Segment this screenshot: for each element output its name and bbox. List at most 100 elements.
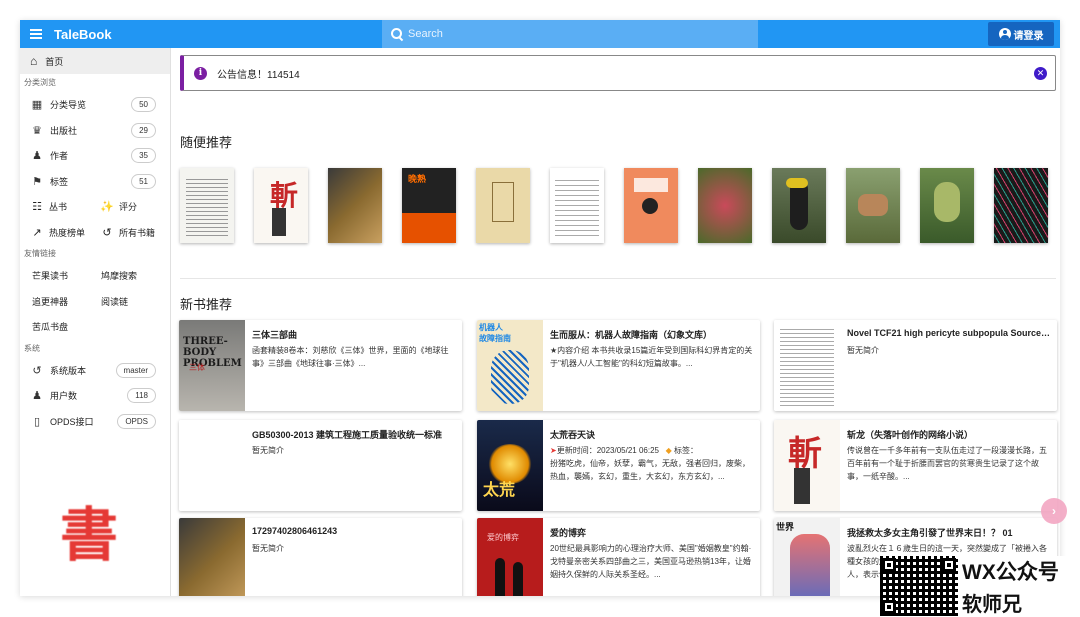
book-cover[interactable] bbox=[180, 168, 234, 243]
book-card[interactable]: THREE-BODY PROBLEM 三体 三体三部曲 函套精装8卷本：刘慈欣《三… bbox=[179, 320, 462, 411]
book-title: 斩龙（失落叶创作的网络小说） bbox=[847, 430, 974, 440]
wechat-watermark: WX公众号 软师兄 bbox=[880, 556, 1080, 616]
sidebar-item-rating[interactable]: ✨ 评分 bbox=[100, 200, 170, 213]
book-cover[interactable] bbox=[920, 168, 974, 243]
friend-link-row: 芒果读书 鸠摩搜索 bbox=[20, 263, 170, 289]
person-icon: ♟ bbox=[32, 150, 42, 163]
sidebar-item-label: 系统版本 bbox=[50, 365, 87, 376]
login-button[interactable]: 请登录 bbox=[988, 22, 1054, 46]
sidebar-home-label: 首页 bbox=[45, 56, 64, 67]
sidebar-item-hot[interactable]: ↗ 热度榜单 bbox=[30, 226, 100, 239]
main-content: i 公告信息！114514 ✕ 随便推荐 斬 晚熟 新书推荐 THREE-BOD… bbox=[172, 48, 1060, 596]
book-title: Novel TCF21 high pericyte subpopula Sour… bbox=[847, 328, 1052, 338]
users-chip: 118 bbox=[127, 388, 156, 404]
book-cover[interactable] bbox=[476, 168, 530, 243]
sidebar-item-version[interactable]: ↺ 系统版本 master bbox=[20, 358, 170, 384]
book-card[interactable]: Novel TCF21 high pericyte subpopula Sour… bbox=[774, 320, 1057, 411]
friend-link[interactable]: 鸠摩搜索 bbox=[101, 269, 170, 282]
sidebar-section-system: 系统 bbox=[24, 343, 40, 353]
book-cover[interactable]: 晚熟 bbox=[402, 168, 456, 243]
notice-text: 公告信息！114514 bbox=[217, 69, 300, 81]
book-cover[interactable] bbox=[994, 168, 1048, 243]
tag-label: 标签： bbox=[674, 446, 699, 455]
book-cover[interactable] bbox=[550, 168, 604, 243]
sidebar-item-opds[interactable]: ▯ OPDS接口 OPDS bbox=[20, 409, 170, 435]
section-title-new: 新书推荐 bbox=[180, 297, 233, 312]
book-title: GB50300-2013 建筑工程施工质量验收统一标准 bbox=[252, 430, 443, 440]
book-title: 我拯救太多女主角引發了世界末日！？ 01 bbox=[847, 528, 1013, 538]
tag-icon: ⚑ bbox=[32, 175, 42, 188]
hamburger-menu-icon[interactable] bbox=[24, 20, 48, 48]
history-icon: ↺ bbox=[32, 364, 42, 377]
book-description: 暂无简介 bbox=[252, 446, 284, 455]
sidebar-item-label: 标签 bbox=[50, 176, 69, 187]
count-chip: 51 bbox=[131, 173, 156, 189]
info-icon: i bbox=[194, 66, 207, 80]
publisher-icon: ♛ bbox=[32, 124, 42, 137]
book-description: 传说曾在一千多年前有一支队伍走过了一段漫漫长路，五百年前有一个耻于折腰而罢官的贫… bbox=[847, 446, 1047, 481]
sidebar-item-tags[interactable]: ⚑ 标签 51 bbox=[20, 169, 170, 195]
watermark-line2: 软师兄 bbox=[962, 594, 1022, 616]
book-title: 爱的博弈 bbox=[550, 528, 587, 538]
tag-list: 扮猪吃虎，仙帝，妖孽，霸气，无敌，强者回归，废柴，热血，襲嫣，玄幻，重生，大玄幻… bbox=[550, 459, 750, 481]
sidebar-row-series-rating: ☷ 丛书 ✨ 评分 bbox=[20, 194, 170, 220]
sidebar-item-label: 评分 bbox=[119, 202, 138, 213]
book-description: ★内容介绍 本书共收录15篇近年受到国际科幻界肯定的关于"机器人/人工智能"的科… bbox=[550, 346, 753, 368]
book-card[interactable]: 机器人 故障指南 生而服从：机器人故障指南（幻象文库） ★内容介绍 本书共收录15… bbox=[477, 320, 760, 411]
tag-icon: ◆ bbox=[665, 446, 672, 455]
search-box[interactable] bbox=[382, 20, 758, 48]
book-cover[interactable] bbox=[624, 168, 678, 243]
book-cover[interactable]: 斬 bbox=[254, 168, 308, 243]
friend-link[interactable]: 芒果读书 bbox=[32, 269, 101, 282]
book-cover bbox=[179, 420, 245, 511]
watermark-line1: WX公众号 bbox=[962, 561, 1059, 584]
home-icon: ⌂ bbox=[30, 54, 38, 68]
book-description: 函套精装8卷本：刘慈欣《三体》世界，里面的《地球往事》三部曲《地球往事·三体》.… bbox=[252, 346, 449, 368]
book-cover[interactable] bbox=[846, 168, 900, 243]
count-chip: 35 bbox=[131, 148, 156, 164]
qr-code-icon bbox=[880, 556, 958, 616]
sidebar-section-links: 友情链接 bbox=[24, 249, 56, 258]
history-icon: ↺ bbox=[102, 226, 112, 239]
book-cover[interactable] bbox=[698, 168, 752, 243]
book-cover[interactable] bbox=[328, 168, 382, 243]
book-description: ➤更新时间：2023/05/21 06:25 ◆ 标签： 扮猪吃虎，仙帝，妖孽，… bbox=[550, 444, 755, 483]
opds-chip: OPDS bbox=[117, 413, 156, 429]
sidebar-item-label: 丛书 bbox=[49, 202, 68, 213]
book-card[interactable]: 斬 斩龙（失落叶创作的网络小说） 传说曾在一千多年前有一支队伍走过了一段漫漫长路… bbox=[774, 420, 1057, 511]
search-icon bbox=[390, 27, 404, 41]
book-cover bbox=[179, 518, 245, 596]
friend-link[interactable]: 追更神器 bbox=[32, 295, 101, 308]
sidebar-item-label: 出版社 bbox=[50, 125, 78, 136]
sidebar: ⌂ 首页 分类浏览 ▦ 分类导览 50 ♛ 出版社 29 ♟ 作者 35 ⚑ 标… bbox=[20, 48, 171, 596]
search-input[interactable] bbox=[408, 28, 708, 40]
book-card[interactable]: 太荒 太荒吞天诀 ➤更新时间：2023/05/21 06:25 ◆ 标签： 扮猪… bbox=[477, 420, 760, 511]
sidebar-item-publisher[interactable]: ♛ 出版社 29 bbox=[20, 118, 170, 144]
login-label: 请登录 bbox=[1013, 30, 1044, 42]
sidebar-item-author[interactable]: ♟ 作者 35 bbox=[20, 143, 170, 169]
top-app-bar: TaleBook 请登录 bbox=[20, 20, 1060, 48]
sidebar-item-label: 热度榜单 bbox=[49, 227, 86, 238]
count-chip: 50 bbox=[131, 97, 156, 113]
book-description: 20世纪最具影响力的心理治疗大师、美国"婚姻教皇"约翰·戈特曼亲密关系四部曲之三… bbox=[550, 544, 752, 579]
book-card[interactable]: GB50300-2013 建筑工程施工质量验收统一标准 暂无简介 bbox=[179, 420, 462, 511]
close-icon[interactable]: ✕ bbox=[1034, 67, 1047, 80]
version-chip: master bbox=[115, 362, 156, 378]
update-time: 更新时间：2023/05/21 06:25 bbox=[556, 446, 659, 455]
pin-icon: ➤ bbox=[550, 446, 557, 455]
brand-title[interactable]: TaleBook bbox=[54, 27, 112, 42]
book-cover[interactable] bbox=[772, 168, 826, 243]
sidebar-item-all-books[interactable]: ↺ 所有书籍 bbox=[100, 226, 170, 239]
floating-action-button[interactable]: › bbox=[1041, 498, 1067, 524]
friend-link[interactable]: 苦瓜书盘 bbox=[32, 320, 106, 333]
sidebar-item-home[interactable]: ⌂ 首页 bbox=[20, 48, 170, 74]
book-card[interactable]: 17297402806461243 暂无简介 bbox=[179, 518, 462, 596]
book-card[interactable]: 爱的博弈 爱的博弈 20世纪最具影响力的心理治疗大师、美国"婚姻教皇"约翰·戈特… bbox=[477, 518, 760, 596]
friend-link[interactable]: 阅读链 bbox=[101, 295, 170, 308]
sidebar-item-series[interactable]: ☷ 丛书 bbox=[30, 200, 100, 213]
sidebar-item-users[interactable]: ♟ 用户数 118 bbox=[20, 383, 170, 409]
book-cover: 机器人 故障指南 bbox=[477, 320, 543, 411]
sidebar-item-categories[interactable]: ▦ 分类导览 50 bbox=[20, 92, 170, 118]
app-window: TaleBook 请登录 ⌂ 首页 分类浏览 ▦ 分类导览 50 ♛ 出版社 2… bbox=[20, 20, 1060, 596]
series-icon: ☷ bbox=[32, 201, 42, 214]
